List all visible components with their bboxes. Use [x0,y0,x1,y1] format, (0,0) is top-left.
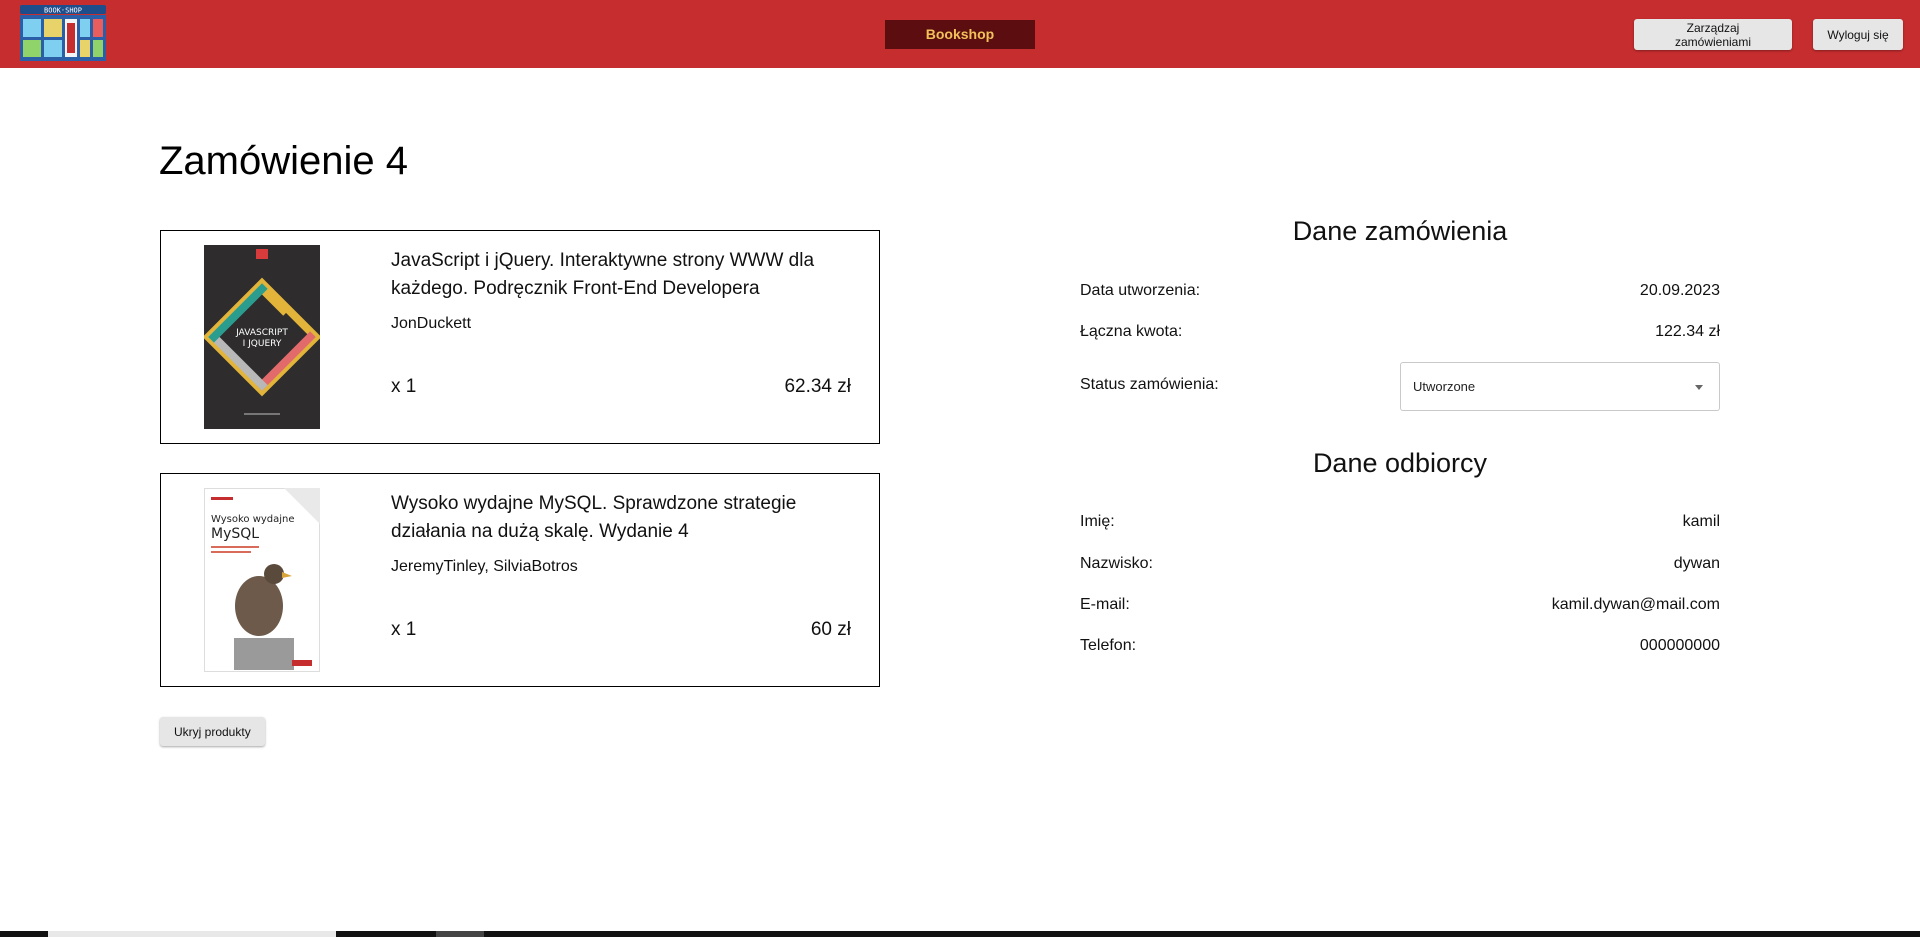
phone-value: 000000000 [1639,637,1720,654]
order-status-select[interactable]: Utworzone [1400,362,1720,411]
taskbar [0,931,1920,937]
product-card: Wysoko wydajne MySQL Wysoko wydajne MySQ… [160,473,880,687]
recipient-details-heading: Dane odbiorcy [1312,448,1488,478]
bookshop-logo[interactable]: BOOK·SHOP [18,3,108,63]
first-name-value: kamil [1682,513,1720,530]
chevron-down-icon [1695,385,1703,390]
order-status-selected-value: Utworzone [1413,379,1476,394]
total-amount-label: Łączna kwota: [1080,323,1183,340]
page-title: Zamówienie 4 [159,139,409,183]
brand-title[interactable]: Bookshop [885,20,1035,49]
first-name-label: Imię: [1080,513,1115,530]
created-date-value: 20.09.2023 [1639,282,1720,299]
cover-title-line: JAVASCRIPT [235,328,288,338]
product-price: 62.34 zł [784,376,851,397]
product-author: JonDuckett [391,315,472,332]
logout-button[interactable]: Wyloguj się [1813,19,1903,50]
product-title[interactable]: Wysoko wydajne MySQL. Sprawdzone strateg… [391,490,861,546]
top-navbar: BOOK·SHOP Bookshop Zarządzaj zamówieniam… [0,0,1920,68]
product-author: JeremyTinley, SilviaBotros [391,558,578,575]
cover-title-line: MySQL [211,526,259,542]
product-quantity: x 1 [391,619,417,640]
order-details-heading: Dane zamówienia [1292,216,1508,246]
taskbar-tab[interactable] [436,931,484,937]
email-label: E-mail: [1080,596,1130,613]
created-date-label: Data utworzenia: [1080,282,1201,299]
manage-orders-button[interactable]: Zarządzaj zamówieniami [1634,19,1792,50]
last-name-value: dywan [1673,555,1720,572]
email-value: kamil.dywan@mail.com [1551,596,1720,613]
cover-title-line: I JQUERY [243,339,282,349]
last-name-label: Nazwisko: [1080,555,1153,572]
order-status-label: Status zamówienia: [1080,376,1219,393]
cover-title-line: Wysoko wydajne [211,514,295,525]
product-quantity: x 1 [391,376,417,397]
product-card: JAVASCRIPT I JQUERY JavaScript i jQuery.… [160,230,880,444]
taskbar-tab[interactable] [48,931,336,937]
hide-products-button[interactable]: Ukryj produkty [160,717,265,746]
book-cover-image: JAVASCRIPT I JQUERY [204,245,320,429]
product-price: 60 zł [810,619,851,640]
phone-label: Telefon: [1080,637,1137,654]
total-amount-value: 122.34 zł [1655,323,1720,340]
book-cover-image: Wysoko wydajne MySQL [204,488,320,672]
product-title[interactable]: JavaScript i jQuery. Interaktywne strony… [391,247,861,303]
logo-text: BOOK·SHOP [44,7,82,15]
